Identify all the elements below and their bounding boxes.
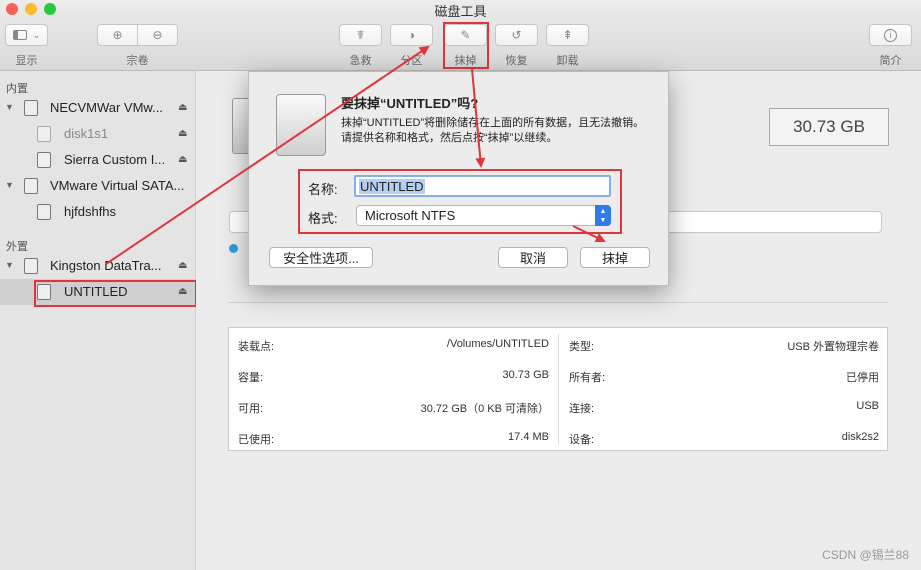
annotation-arrows bbox=[105, 45, 606, 265]
arrow-erase-to-form bbox=[471, 68, 486, 168]
arrow-format-to-erase-button bbox=[572, 225, 606, 243]
watermark: CSDN @锡兰88 bbox=[822, 548, 909, 562]
arrow-sidebar-to-erase bbox=[105, 45, 430, 265]
